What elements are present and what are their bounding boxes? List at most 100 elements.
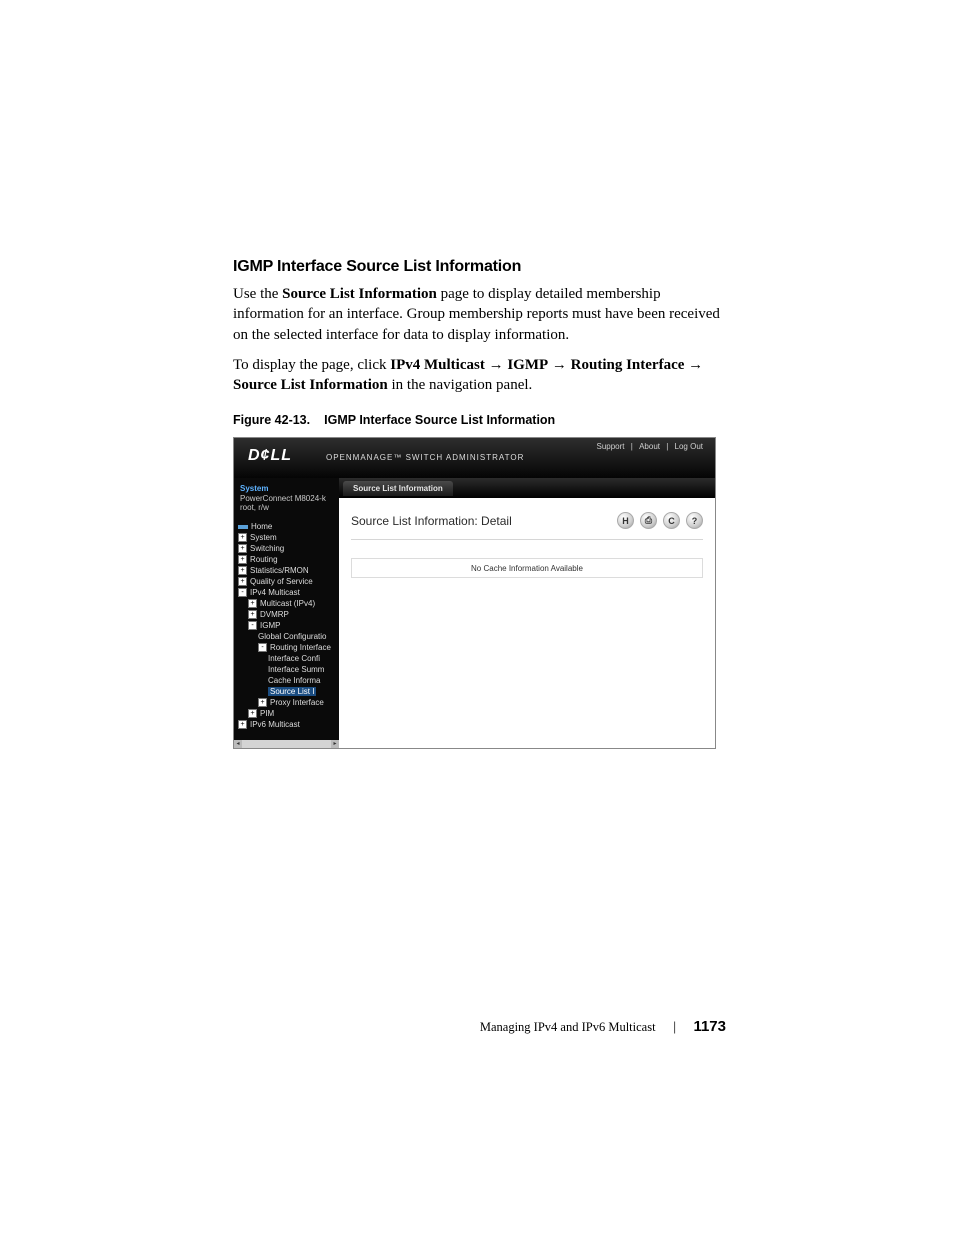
tree-item-proxy-interface[interactable]: +Proxy Interface — [238, 697, 337, 708]
label: IPv6 Multicast — [250, 720, 300, 729]
label: Routing — [250, 555, 278, 564]
term-source-list-information: Source List Information — [282, 286, 437, 302]
app-name: OPENMANAGE™ SWITCH ADMINISTRATOR — [326, 453, 524, 462]
figure-number: Figure 42-13. — [233, 413, 310, 427]
label: Switching — [250, 544, 284, 553]
save-icon[interactable]: H — [617, 512, 634, 529]
home-icon — [238, 525, 248, 529]
expand-icon[interactable]: + — [248, 709, 257, 718]
tree-item-ipv4-multicast[interactable]: -IPv4 Multicast — [238, 587, 337, 598]
label: Cache Informa — [268, 676, 320, 685]
sidebar-scrollbar[interactable]: ◂ ▸ — [234, 740, 339, 748]
label: Home — [251, 522, 272, 531]
ui-body: System PowerConnect M8024-k root, r/w Ho… — [234, 478, 715, 748]
label: Global Configuratio — [258, 632, 326, 641]
tab-row: Source List Information — [339, 478, 715, 498]
nav-routing-interface: Routing Interface — [571, 357, 685, 373]
tree-item-qos[interactable]: +Quality of Service — [238, 576, 337, 587]
page-footer: Managing IPv4 and IPv6 Multicast | 1173 — [0, 1018, 954, 1035]
tree-item-statistics[interactable]: +Statistics/RMON — [238, 565, 337, 576]
tab-source-list-information[interactable]: Source List Information — [343, 481, 453, 496]
tree-item-switching[interactable]: +Switching — [238, 543, 337, 554]
expand-icon[interactable]: + — [238, 566, 247, 575]
page-body: IGMP Interface Source List Information U… — [233, 258, 723, 749]
expand-icon[interactable]: + — [258, 698, 267, 707]
tree-item-home[interactable]: Home — [238, 521, 337, 532]
label: PIM — [260, 709, 274, 718]
separator: | — [631, 442, 633, 451]
footer-page-number: 1173 — [693, 1018, 726, 1035]
header-links: Support | About | Log Out — [595, 442, 706, 451]
link-support[interactable]: Support — [597, 442, 625, 451]
panel-title: Source List Information: Detail — [351, 514, 512, 528]
tree-item-cache-info[interactable]: Cache Informa — [238, 675, 337, 686]
arrow-icon: → — [489, 356, 504, 373]
label: Statistics/RMON — [250, 566, 309, 575]
expand-icon[interactable]: + — [248, 599, 257, 608]
separator: | — [666, 442, 668, 451]
tree-item-multicast-ipv4[interactable]: +Multicast (IPv4) — [238, 598, 337, 609]
section-heading: IGMP Interface Source List Information — [233, 258, 723, 276]
collapse-icon[interactable]: - — [258, 643, 267, 652]
nav-igmp: IGMP — [507, 357, 548, 373]
label: Routing Interface — [270, 643, 331, 652]
ui-header-bar: D¢LL OPENMANAGE™ SWITCH ADMINISTRATOR Su… — [234, 438, 715, 478]
intro-paragraph-1: Use the Source List Information page to … — [233, 284, 723, 345]
expand-icon[interactable]: + — [238, 720, 247, 729]
footer-chapter: Managing IPv4 and IPv6 Multicast — [480, 1020, 656, 1034]
link-logout[interactable]: Log Out — [675, 442, 703, 451]
collapse-icon[interactable]: - — [238, 588, 247, 597]
collapse-icon[interactable]: - — [248, 621, 257, 630]
text: Use the — [233, 286, 282, 302]
label: Interface Confi — [268, 654, 320, 663]
label: DVMRP — [260, 610, 289, 619]
footer-separator: | — [673, 1019, 676, 1034]
nav-ipv4-multicast: IPv4 Multicast — [390, 357, 485, 373]
arrow-icon: → — [688, 356, 703, 373]
sidebar-user: root, r/w — [240, 503, 333, 513]
label: IPv4 Multicast — [250, 588, 300, 597]
sidebar: System PowerConnect M8024-k root, r/w Ho… — [234, 478, 339, 748]
expand-icon[interactable]: + — [238, 555, 247, 564]
nav-tree: Home +System +Switching +Routing +Statis… — [234, 517, 339, 730]
scroll-right-icon[interactable]: ▸ — [331, 740, 339, 748]
expand-icon[interactable]: + — [238, 544, 247, 553]
print-icon[interactable]: ⎙ — [640, 512, 657, 529]
expand-icon[interactable]: + — [248, 610, 257, 619]
label: Multicast (IPv4) — [260, 599, 315, 608]
dell-logo: D¢LL — [248, 447, 292, 465]
tree-item-source-list-info[interactable]: Source List I — [238, 686, 337, 697]
tree-item-routing[interactable]: +Routing — [238, 554, 337, 565]
label: System — [250, 533, 277, 542]
label-selected: Source List I — [268, 687, 316, 696]
help-icon[interactable]: ? — [686, 512, 703, 529]
text: To display the page, click — [233, 357, 390, 373]
sidebar-system-label: System — [240, 484, 333, 494]
tree-item-global-config[interactable]: Global Configuratio — [238, 631, 337, 642]
main-panel: Source List Information Source List Info… — [339, 478, 715, 748]
link-about[interactable]: About — [639, 442, 660, 451]
tree-item-ipv6-multicast[interactable]: +IPv6 Multicast — [238, 719, 337, 730]
label: Quality of Service — [250, 577, 313, 586]
tree-item-pim[interactable]: +PIM — [238, 708, 337, 719]
sidebar-header: System PowerConnect M8024-k root, r/w — [234, 484, 339, 517]
panel-toolbar: H ⎙ C ? — [617, 512, 703, 529]
figure-caption: Figure 42-13. IGMP Interface Source List … — [233, 413, 723, 427]
tree-item-routing-interface[interactable]: -Routing Interface — [238, 642, 337, 653]
label: IGMP — [260, 621, 280, 630]
arrow-icon: → — [552, 356, 567, 373]
tree-item-interface-config[interactable]: Interface Confi — [238, 653, 337, 664]
label: Proxy Interface — [270, 698, 324, 707]
expand-icon[interactable]: + — [238, 577, 247, 586]
scroll-left-icon[interactable]: ◂ — [234, 740, 242, 748]
tree-item-dvmrp[interactable]: +DVMRP — [238, 609, 337, 620]
ui-screenshot: D¢LL OPENMANAGE™ SWITCH ADMINISTRATOR Su… — [233, 437, 716, 749]
refresh-icon[interactable]: C — [663, 512, 680, 529]
no-data-message: No Cache Information Available — [351, 558, 703, 578]
tree-item-igmp[interactable]: -IGMP — [238, 620, 337, 631]
expand-icon[interactable]: + — [238, 533, 247, 542]
figure-title: IGMP Interface Source List Information — [324, 413, 555, 427]
tree-item-interface-summary[interactable]: Interface Summ — [238, 664, 337, 675]
panel: Source List Information: Detail H ⎙ C ? … — [339, 498, 715, 578]
tree-item-system[interactable]: +System — [238, 532, 337, 543]
